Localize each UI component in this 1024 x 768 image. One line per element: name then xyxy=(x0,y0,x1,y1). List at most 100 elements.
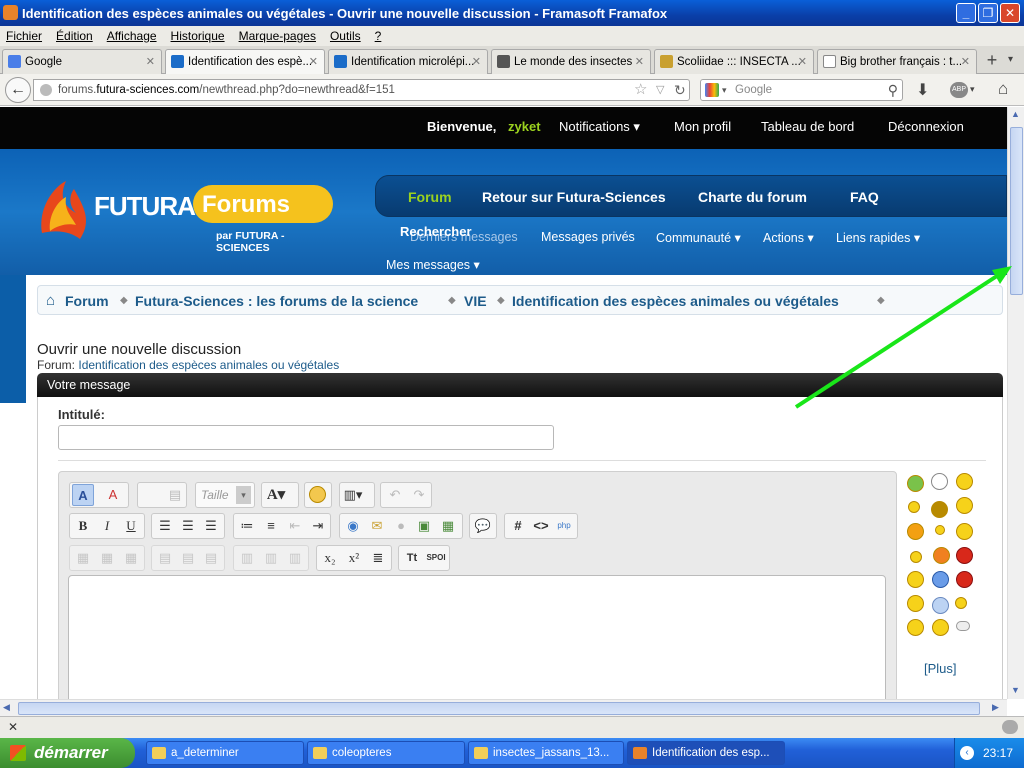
ant-smiley-icon[interactable] xyxy=(931,501,948,518)
quote-button[interactable]: 💬 xyxy=(469,513,497,539)
horizontal-scroll-thumb[interactable] xyxy=(18,702,980,715)
profile-link[interactable]: Mon profil xyxy=(674,119,731,134)
grin-smiley-icon[interactable] xyxy=(907,475,924,492)
italic-icon[interactable]: I xyxy=(96,515,118,537)
close-addon-bar-icon[interactable]: ✕ xyxy=(8,720,18,734)
subnav-liens-rapides[interactable]: Liens rapides ▾ xyxy=(836,230,920,245)
bookmark-star-icon[interactable]: ☆ xyxy=(634,80,647,100)
nav-retour-futura[interactable]: Retour sur Futura-Sciences xyxy=(482,189,666,205)
breadcrumb-vie[interactable]: VIE xyxy=(464,293,487,309)
sleepy-smiley-icon[interactable] xyxy=(907,619,924,636)
image-icon[interactable]: ▣ xyxy=(413,515,435,537)
col-left-icon[interactable]: ▥ xyxy=(236,547,258,569)
nav-forum[interactable]: Forum xyxy=(408,189,452,205)
wink-smiley-icon[interactable] xyxy=(910,551,922,563)
home-icon[interactable]: ⌂ xyxy=(46,292,55,309)
spoiler-icon[interactable]: SPOI xyxy=(425,547,447,569)
cool-smiley-icon[interactable] xyxy=(932,571,949,588)
font-color-button[interactable]: A▾ xyxy=(261,482,299,508)
breadcrumb-futura-sciences[interactable]: Futura-Sciences : les forums de la scien… xyxy=(135,293,418,309)
smiley-button[interactable] xyxy=(304,482,332,508)
close-icon[interactable]: ✕ xyxy=(309,55,318,68)
attach-button[interactable]: ▥▾ xyxy=(339,482,375,508)
bold-icon[interactable]: B xyxy=(72,515,94,537)
engine-dropdown-icon[interactable]: ▾ xyxy=(722,80,727,100)
hashtag-icon[interactable]: # xyxy=(507,515,529,537)
hat-smiley-icon[interactable] xyxy=(907,595,924,612)
breadcrumb-identification[interactable]: Identification des espèces animales ou v… xyxy=(512,293,839,309)
minimize-button[interactable]: _ xyxy=(956,3,976,23)
menu-affichage[interactable]: Affichage xyxy=(107,29,157,43)
message-textarea[interactable] xyxy=(68,575,886,699)
outdent-icon[interactable]: ⇤ xyxy=(284,515,306,537)
close-icon[interactable]: ✕ xyxy=(146,55,155,68)
breadcrumb-forum[interactable]: Forum xyxy=(65,293,109,309)
tab-scoliidae[interactable]: Scoliidae ::: INSECTA ... ✕ xyxy=(654,49,814,74)
subnav-actions[interactable]: Actions ▾ xyxy=(763,230,814,245)
code-icon[interactable]: <> xyxy=(530,515,552,537)
surprised-smiley-icon[interactable] xyxy=(907,523,924,540)
horizontal-scrollbar[interactable]: ◀ ▶ xyxy=(0,699,1007,716)
back-button[interactable]: ← xyxy=(5,77,31,103)
futura-logo[interactable]: FUTURA Forums par FUTURA - SCIENCES xyxy=(36,177,336,254)
row-above-icon[interactable]: ▤ xyxy=(154,547,176,569)
scroll-left-icon[interactable]: ◀ xyxy=(3,702,10,713)
unlink-icon[interactable]: ● xyxy=(390,515,412,537)
row-below-icon[interactable]: ▤ xyxy=(177,547,199,569)
scroll-up-icon[interactable]: ▲ xyxy=(1011,109,1020,119)
tab-identification-especes[interactable]: Identification des espè... ✕ xyxy=(165,49,325,74)
menu-help[interactable]: ? xyxy=(375,29,382,43)
horizontal-rule-icon[interactable]: ≣ xyxy=(367,547,389,569)
unordered-list-icon[interactable]: ≡ xyxy=(260,515,282,537)
taskbar-item-firefox[interactable]: Identification des esp... xyxy=(627,741,785,765)
indent-icon[interactable]: ⇥ xyxy=(307,515,329,537)
menu-outils[interactable]: Outils xyxy=(330,29,361,43)
addon-icon[interactable] xyxy=(1002,720,1018,734)
taskbar-item-insectes[interactable]: insectes_jassans_13... xyxy=(468,741,624,765)
underline-icon[interactable]: U xyxy=(120,515,142,537)
superscript-icon[interactable]: x² xyxy=(343,547,365,569)
forum-link[interactable]: Identification des espèces animales ou v… xyxy=(78,358,339,372)
row-delete-icon[interactable]: ▤ xyxy=(200,547,222,569)
tab-identification-microlepi[interactable]: Identification microlépi... ✕ xyxy=(328,49,488,74)
home-icon[interactable]: ⌂ xyxy=(998,79,1008,99)
adblock-dropdown-icon[interactable]: ▾ xyxy=(970,84,975,95)
menu-marque-pages[interactable]: Marque-pages xyxy=(239,29,316,43)
logout-link[interactable]: Déconnexion xyxy=(888,119,964,134)
close-icon[interactable]: ✕ xyxy=(798,55,807,68)
download-icon[interactable]: ⬇ xyxy=(916,80,929,100)
align-center-icon[interactable]: ☰ xyxy=(177,515,199,537)
taskbar-item-a-determiner[interactable]: a_determiner xyxy=(146,741,304,765)
bigsmile-smiley-icon[interactable] xyxy=(933,547,950,564)
link-icon[interactable]: ◉ xyxy=(342,515,364,537)
thinking-smiley-icon[interactable] xyxy=(955,597,967,609)
wysiwyg-mode-icon[interactable]: A xyxy=(72,484,94,506)
col-right-icon[interactable]: ▥ xyxy=(260,547,282,569)
table-properties-icon[interactable]: ▦ xyxy=(96,547,118,569)
notifications-link[interactable]: Notifications ▾ xyxy=(559,119,640,135)
video-icon[interactable]: ▦ xyxy=(437,515,459,537)
subnav-communaute[interactable]: Communauté ▾ xyxy=(656,230,741,245)
adblock-icon[interactable]: ABP xyxy=(950,82,968,98)
clock[interactable]: 23:17 xyxy=(983,746,1013,760)
maximize-button[interactable]: ❐ xyxy=(978,3,998,23)
table-icon[interactable]: ▦ xyxy=(72,547,94,569)
dashboard-link[interactable]: Tableau de bord xyxy=(761,119,854,134)
laugh-smiley-icon[interactable] xyxy=(956,473,973,490)
taskbar-item-coleopteres[interactable]: coleopteres xyxy=(307,741,465,765)
tray-expand-icon[interactable]: ‹ xyxy=(960,746,974,760)
redo-icon[interactable]: ↷ xyxy=(408,484,430,506)
devil-smiley-icon[interactable] xyxy=(956,571,973,588)
url-bar[interactable]: forums.futura-sciences.com/newthread.php… xyxy=(33,79,690,101)
happy-smiley-icon[interactable] xyxy=(956,497,973,514)
search-icon[interactable]: ⚲ xyxy=(888,80,898,100)
php-icon[interactable]: php xyxy=(553,515,575,537)
vertical-scroll-thumb[interactable] xyxy=(1010,127,1023,295)
nav-charte[interactable]: Charte du forum xyxy=(698,189,807,205)
email-icon[interactable]: ✉ xyxy=(366,515,388,537)
tiny-smiley-icon[interactable] xyxy=(935,525,945,535)
nav-faq[interactable]: FAQ xyxy=(850,189,879,205)
table-delete-icon[interactable]: ▦ xyxy=(120,547,142,569)
username-link[interactable]: zyket xyxy=(508,119,541,134)
text-size-icon[interactable]: Tt xyxy=(401,547,423,569)
